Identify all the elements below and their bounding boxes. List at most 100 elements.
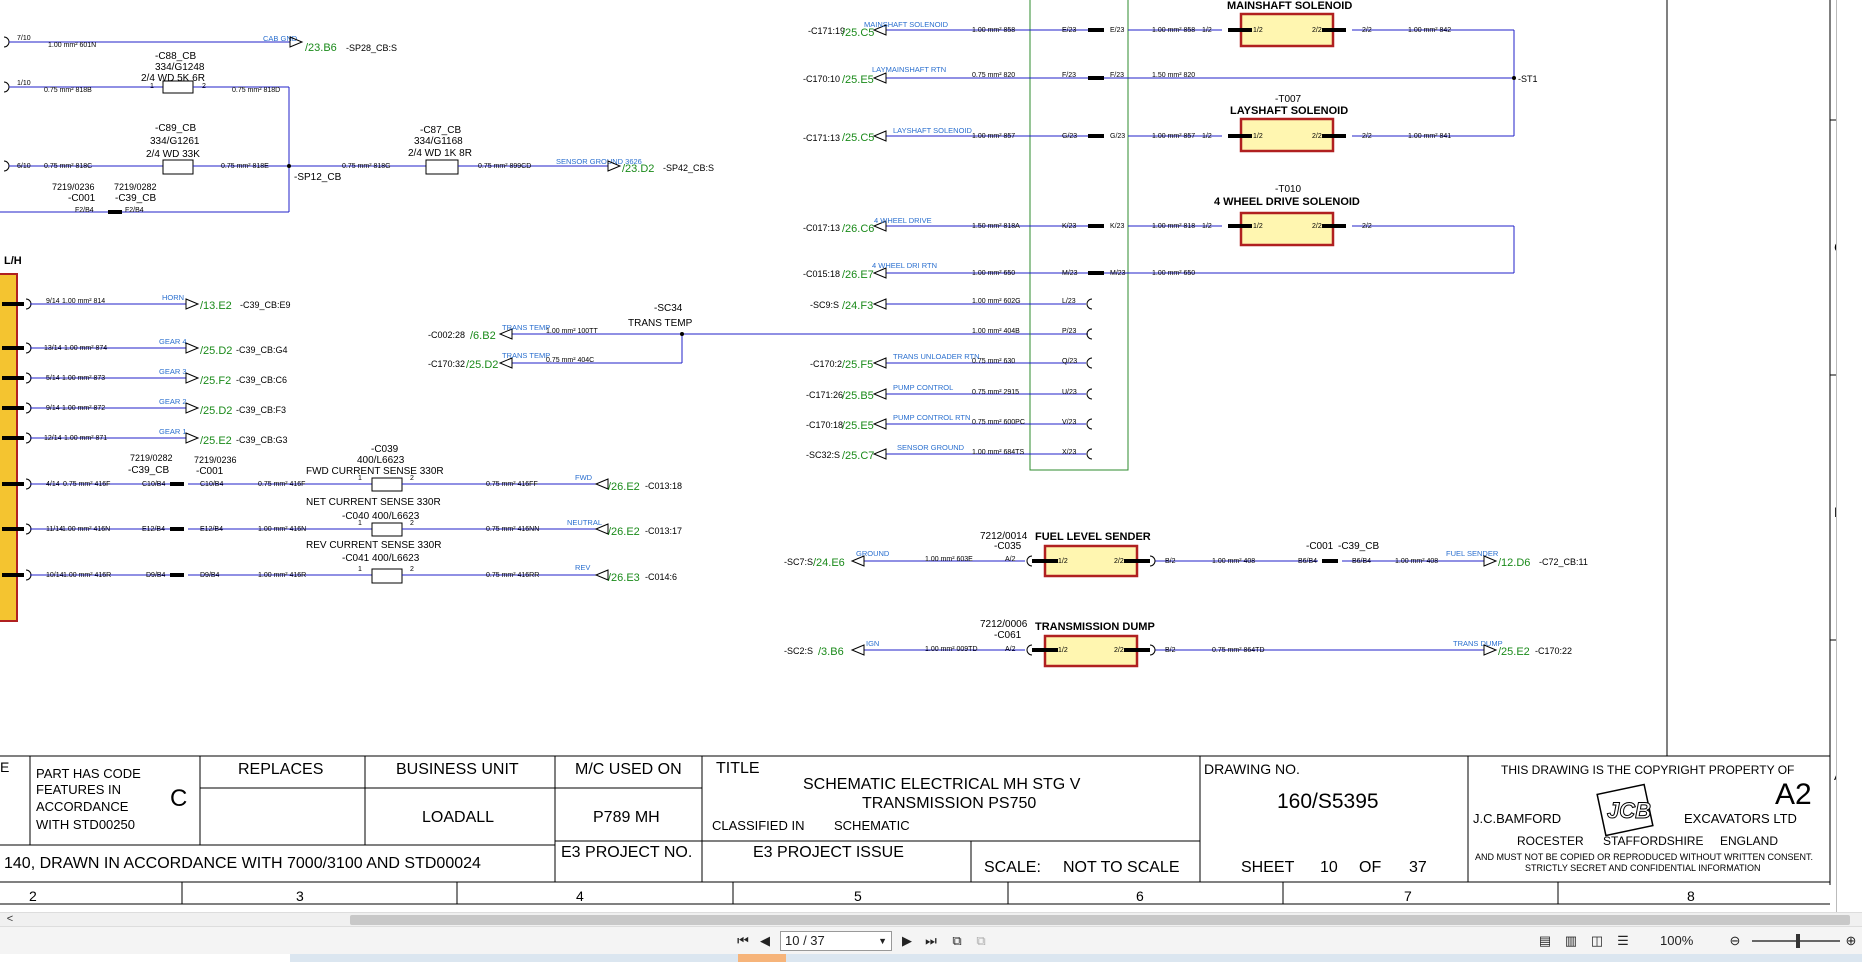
taskbar-active-app[interactable] [738, 954, 786, 962]
svg-text:1.00 mm² 818: 1.00 mm² 818 [1152, 223, 1195, 230]
previous-page-icon[interactable]: ◀ [756, 931, 774, 951]
facing-view-icon[interactable]: ☰ [1614, 931, 1632, 951]
svg-text:1: 1 [358, 566, 362, 573]
svg-text:X/23: X/23 [1062, 449, 1077, 456]
svg-text:A2: A2 [1775, 778, 1812, 811]
svg-text:TRANS TEMP: TRANS TEMP [502, 351, 550, 360]
svg-text:-C39_CB:F3: -C39_CB:F3 [236, 405, 286, 415]
svg-text:7212/0006: 7212/0006 [980, 619, 1028, 630]
svg-text:2/2: 2/2 [1362, 27, 1372, 34]
svg-text:NET CURRENT SENSE 330R: NET CURRENT SENSE 330R [306, 497, 441, 508]
svg-text:4 WHEEL DRIVE SOLENOID: 4 WHEEL DRIVE SOLENOID [1214, 196, 1360, 208]
svg-text:1.00 mm² 650: 1.00 mm² 650 [972, 270, 1015, 277]
svg-text:2: 2 [410, 475, 414, 482]
svg-text:OF: OF [1359, 859, 1381, 876]
svg-text:/26.E2: /26.E2 [608, 481, 640, 493]
svg-text:C10/B4: C10/B4 [200, 481, 223, 488]
svg-text:1/2: 1/2 [1202, 133, 1212, 140]
svg-text:SHEET: SHEET [1241, 859, 1295, 876]
svg-text:P789 MH: P789 MH [593, 809, 660, 826]
last-page-icon[interactable]: ⏭ [922, 931, 940, 951]
scroll-left-icon[interactable]: < [4, 913, 16, 925]
svg-text:1.00 mm² 416N: 1.00 mm² 416N [62, 526, 110, 533]
svg-text:TRANS UNLOADER RTN: TRANS UNLOADER RTN [893, 352, 980, 361]
svg-text:/25.E2: /25.E2 [200, 435, 232, 447]
svg-text:1.00 mm² 872: 1.00 mm² 872 [62, 405, 105, 412]
svg-text:D9/B4: D9/B4 [200, 572, 220, 579]
svg-text:TRANSMISSION DUMP: TRANSMISSION DUMP [1035, 621, 1155, 633]
svg-text:1.00 mm² 684TS: 1.00 mm² 684TS [972, 449, 1024, 456]
svg-text:/23.B6: /23.B6 [305, 42, 337, 54]
svg-text:1/2: 1/2 [1202, 27, 1212, 34]
svg-text:E12/B4: E12/B4 [142, 526, 165, 533]
taskbar-search[interactable] [0, 954, 290, 962]
svg-text:1.00 mm² 603E: 1.00 mm² 603E [925, 556, 973, 563]
svg-text:400/L6623: 400/L6623 [357, 455, 405, 466]
single-page-view-icon[interactable]: ▤ [1536, 931, 1554, 951]
zoom-out-icon[interactable]: ⊖ [1726, 931, 1744, 951]
svg-text:A/2: A/2 [1005, 556, 1016, 563]
svg-text:1.00 mm² 858: 1.00 mm² 858 [1152, 27, 1195, 34]
svg-text:PUMP CONTROL: PUMP CONTROL [893, 383, 953, 392]
svg-text:/25.E2: /25.E2 [1498, 646, 1530, 658]
svg-text:K/23: K/23 [1062, 223, 1077, 230]
svg-text:1.00 mm² 602G: 1.00 mm² 602G [972, 298, 1021, 305]
svg-text:0.75 mm² 864TD: 0.75 mm² 864TD [1212, 647, 1265, 654]
svg-text:7219/0282: 7219/0282 [130, 453, 173, 463]
svg-text:2: 2 [202, 83, 206, 90]
svg-text:1.00 mm² 858: 1.00 mm² 858 [972, 27, 1015, 34]
svg-text:-C170:2: -C170:2 [810, 359, 842, 369]
svg-text:MAINSHAFT SOLENOID: MAINSHAFT SOLENOID [1227, 0, 1352, 12]
continuous-view-icon[interactable]: ▥ [1562, 931, 1580, 951]
svg-text:-C170:22: -C170:22 [1535, 646, 1572, 656]
svg-text:7219/0236: 7219/0236 [194, 455, 237, 465]
svg-text:0.75 mm² 899CD: 0.75 mm² 899CD [478, 163, 531, 170]
zoom-slider[interactable] [1752, 934, 1840, 948]
svg-text:NEUTRAL: NEUTRAL [567, 518, 602, 527]
svg-text:B6/B4: B6/B4 [1298, 558, 1317, 565]
svg-text:MAINSHAFT SOLENOID: MAINSHAFT SOLENOID [864, 20, 949, 29]
svg-text:TITLE: TITLE [716, 760, 760, 777]
page-selector[interactable]: 10 / 37 ▼ [780, 931, 892, 951]
svg-text:1.00 mm² 873: 1.00 mm² 873 [62, 375, 105, 382]
svg-text:-C39_CB:E9: -C39_CB:E9 [240, 300, 291, 310]
horizontal-scrollbar[interactable]: < [0, 912, 1862, 926]
scrollbar-thumb[interactable] [350, 915, 1850, 925]
svg-text:2/4 WD 1K 8R: 2/4 WD 1K 8R [408, 148, 472, 159]
svg-text:1.00 mm² 416N: 1.00 mm² 416N [258, 526, 306, 533]
copy-page-icon[interactable]: ⧉ [948, 931, 966, 951]
transmission-dump-circuit: 7212/0006 -C061 TRANSMISSION DUMP -SC2:S… [784, 619, 1572, 668]
svg-text:1.00 mm² 408: 1.00 mm² 408 [1212, 558, 1255, 565]
grid-col-3: 3 [296, 888, 304, 904]
svg-text:7/10: 7/10 [17, 35, 31, 42]
svg-text:-C88_CB: -C88_CB [155, 51, 196, 62]
svg-text:-SC7:S: -SC7:S [784, 557, 813, 567]
svg-text:STRICTLY SECRET AND CONFIDENTI: STRICTLY SECRET AND CONFIDENTIAL INFORMA… [1525, 863, 1761, 873]
svg-text:M/23: M/23 [1110, 270, 1126, 277]
svg-text:REV CURRENT SENSE 330R: REV CURRENT SENSE 330R [306, 540, 441, 551]
svg-text:1.00 mm² 601N: 1.00 mm² 601N [48, 42, 96, 49]
top-left-circuits: 7/10 1.00 mm² 601N CAB GND /23.B6 -SP28_… [0, 34, 714, 214]
jcb-logo: JCB [1596, 783, 1654, 837]
svg-text:HORN: HORN [162, 293, 184, 302]
svg-text:0.75 mm² 416NN: 0.75 mm² 416NN [486, 526, 539, 533]
svg-text:2/2: 2/2 [1312, 223, 1322, 230]
vertical-scrollbar[interactable] [1836, 0, 1862, 912]
svg-text:0.75 mm² 818D: 0.75 mm² 818D [232, 87, 280, 94]
paste-page-icon[interactable]: ⧉ [972, 931, 990, 951]
svg-text:/26.E3: /26.E3 [608, 572, 640, 584]
svg-text:-T010: -T010 [1275, 184, 1302, 195]
first-page-icon[interactable]: ⏮ [734, 931, 752, 951]
two-page-view-icon[interactable]: ◫ [1588, 931, 1606, 951]
svg-text:1/2: 1/2 [1253, 223, 1263, 230]
svg-text:/25.C5: /25.C5 [842, 132, 874, 144]
svg-text:/25.C7: /25.C7 [842, 450, 874, 462]
svg-text:BUSINESS UNIT: BUSINESS UNIT [396, 761, 519, 778]
zoom-slider-knob[interactable] [1796, 934, 1800, 948]
svg-text:JCB: JCB [1607, 798, 1651, 823]
next-page-icon[interactable]: ▶ [898, 931, 916, 951]
svg-text:IGN: IGN [866, 639, 879, 648]
zoom-level[interactable]: 100% [1660, 931, 1710, 951]
svg-text:G/23: G/23 [1110, 133, 1125, 140]
zoom-in-icon[interactable]: ⊕ [1842, 931, 1860, 951]
